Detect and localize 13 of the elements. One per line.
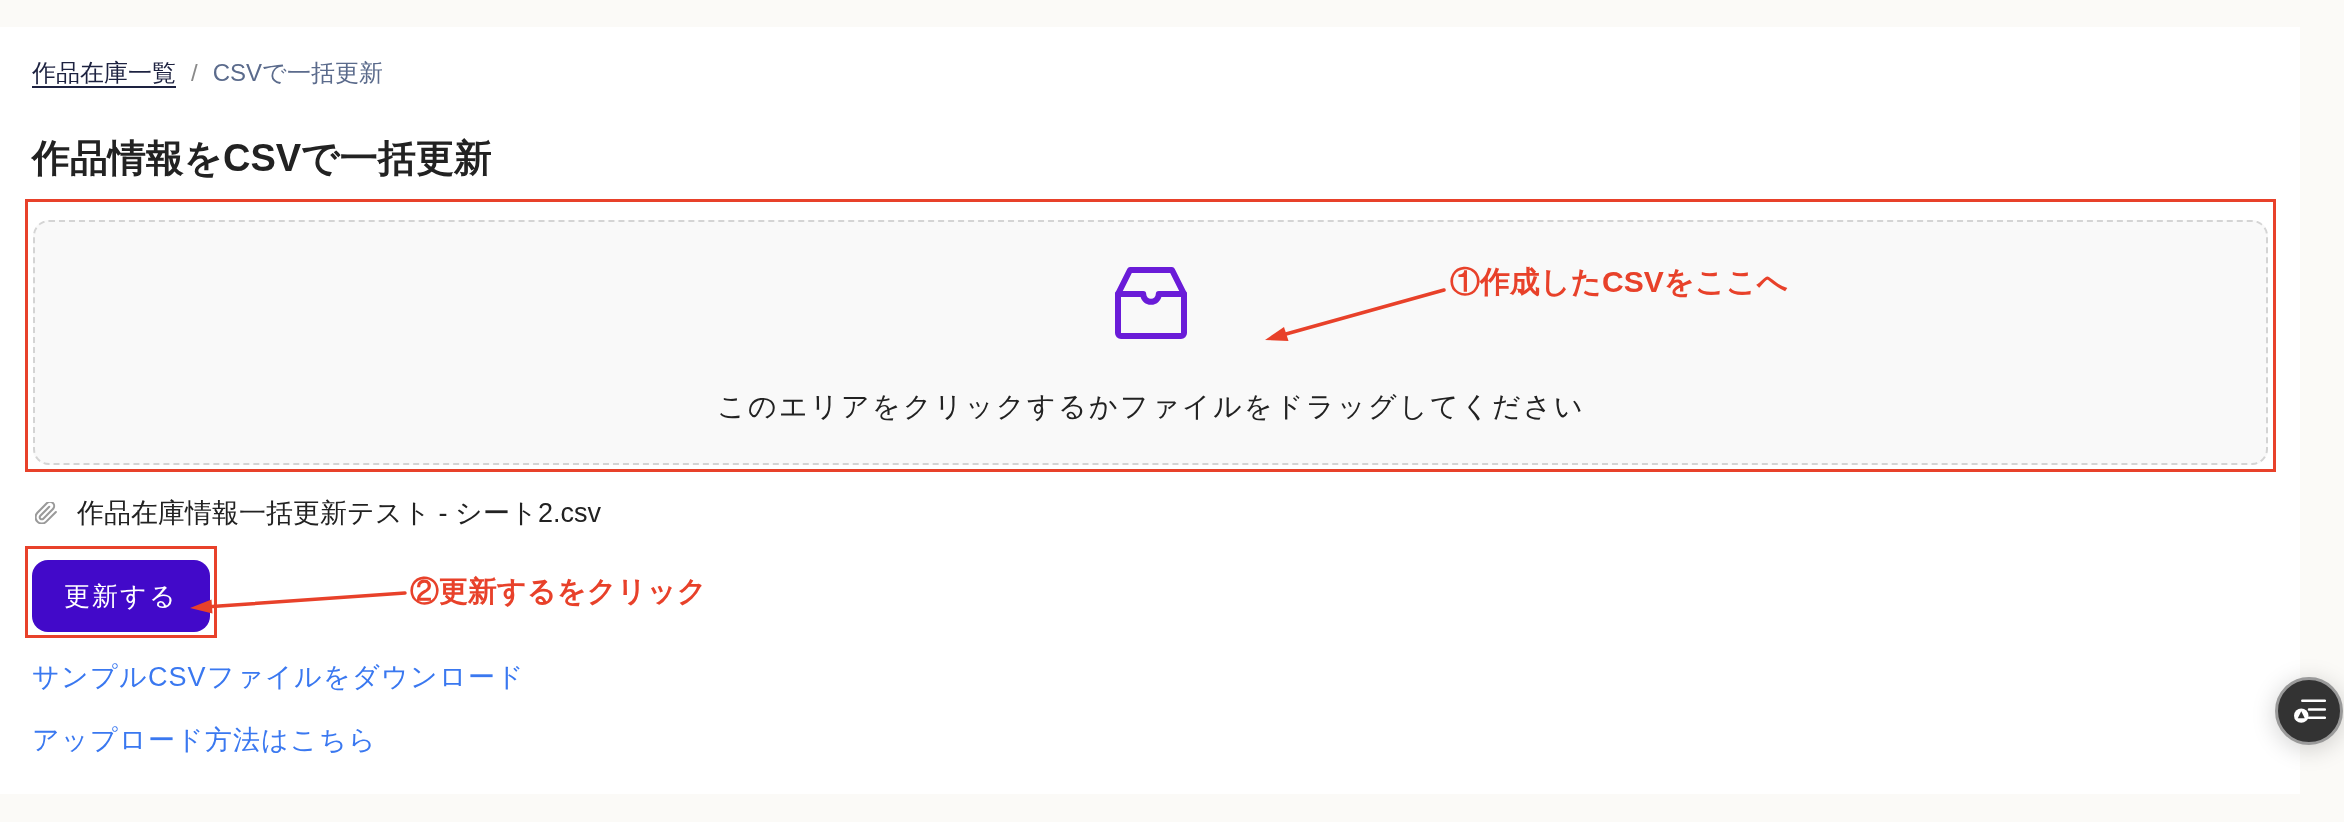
text-link[interactable]: サンプルCSVファイルをダウンロード <box>32 659 525 695</box>
breadcrumb-link[interactable]: 作品在庫一覧 <box>32 58 176 88</box>
page-title: 作品情報をCSVで一括更新 <box>32 136 493 181</box>
inbox-tray-icon <box>1114 267 1187 339</box>
text-link[interactable]: アップロード方法はこちら <box>32 722 377 758</box>
attached-file-name: 作品在庫情報一括更新テスト - シート2.csv <box>77 497 601 530</box>
breadcrumb-separator: / <box>191 58 198 88</box>
list-icon <box>2292 698 2326 724</box>
breadcrumb-current: CSVで一括更新 <box>212 58 384 88</box>
callout-text: ①作成したCSVをここへ <box>1450 264 1788 300</box>
update-button[interactable]: 更新する <box>32 560 210 632</box>
callout-text: ②更新するをクリック <box>410 574 707 609</box>
paperclip-icon <box>35 502 57 524</box>
